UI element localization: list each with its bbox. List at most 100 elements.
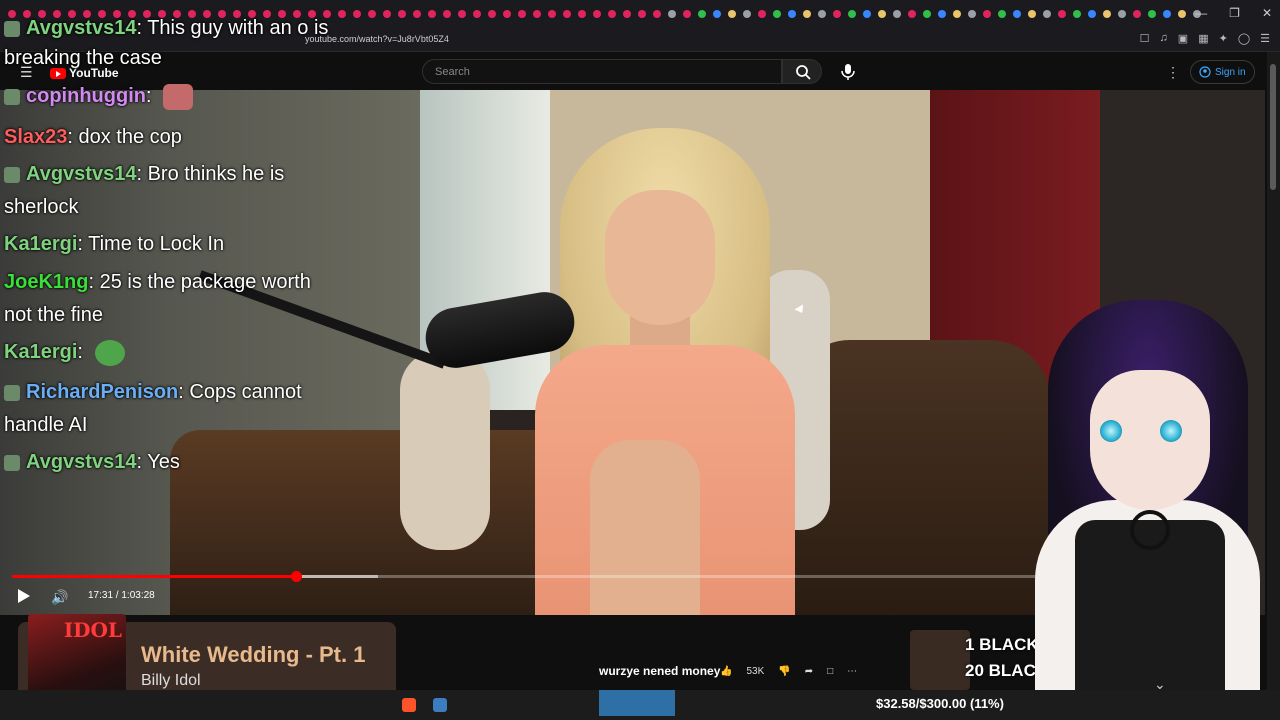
browser-tab-favicon-icon[interactable] [1073, 10, 1081, 18]
chat-text: : Bro thinks he is [136, 163, 285, 185]
browser-tab-favicon-icon[interactable] [983, 10, 991, 18]
chat-badge-icon [4, 166, 20, 183]
browser-tab-favicon-icon[interactable] [1118, 10, 1126, 18]
browser-tab-favicon-icon[interactable] [1028, 10, 1036, 18]
browser-tab-favicon-icon[interactable] [713, 10, 721, 18]
played-bar [12, 575, 297, 578]
browser-tab-favicon-icon[interactable] [773, 10, 781, 18]
browser-tab-favicon-icon[interactable] [473, 10, 481, 18]
browser-tab-favicon-icon[interactable] [488, 10, 496, 18]
search-input[interactable]: Search [422, 59, 782, 84]
browser-tab-favicon-icon[interactable] [1178, 10, 1186, 18]
save-icon[interactable]: □ [827, 666, 833, 677]
chat-message: JoeK1ng: 25 is the package worth [4, 266, 311, 298]
browser-tab-favicon-icon[interactable] [353, 10, 361, 18]
chat-text: not the fine [4, 304, 103, 326]
browser-tab-favicon-icon[interactable] [683, 10, 691, 18]
taskbar-active-app[interactable] [599, 690, 675, 716]
restore-icon[interactable]: ❐ [1229, 6, 1240, 20]
browser-tab-favicon-icon[interactable] [653, 10, 661, 18]
chat-username: Avgvstvs14 [26, 17, 137, 39]
browser-tab-favicon-icon[interactable] [863, 10, 871, 18]
browser-tab-favicon-icon[interactable] [938, 10, 946, 18]
browser-tab-favicon-icon[interactable] [833, 10, 841, 18]
browser-tab-favicon-icon[interactable] [758, 10, 766, 18]
close-icon[interactable]: ✕ [1262, 6, 1272, 20]
browser-tab-favicon-icon[interactable] [503, 10, 511, 18]
browser-tab-favicon-icon[interactable] [788, 10, 796, 18]
browser-tab-favicon-icon[interactable] [998, 10, 1006, 18]
scrollbar-thumb[interactable] [1270, 64, 1276, 190]
video-progress-bar[interactable] [12, 571, 1042, 582]
voice-search-button[interactable] [836, 60, 860, 84]
share-icon[interactable]: ➦ [805, 666, 813, 677]
browser-tab-favicon-icon[interactable] [428, 10, 436, 18]
browser-tab-favicon-icon[interactable] [878, 10, 886, 18]
brave-browser-icon[interactable] [402, 698, 416, 712]
browser-tab-favicon-icon[interactable] [413, 10, 421, 18]
sidebar-icon[interactable]: ▣ [1178, 32, 1188, 45]
browser-tab-favicon-icon[interactable] [548, 10, 556, 18]
chat-text: breaking the case [4, 47, 162, 69]
more-actions-icon[interactable]: ⋯ [847, 666, 857, 677]
chat-text: handle AI [4, 414, 88, 436]
browser-tab-favicon-icon[interactable] [398, 10, 406, 18]
browser-tab-favicon-icon[interactable] [623, 10, 631, 18]
browser-tab-favicon-icon[interactable] [743, 10, 751, 18]
browser-tab-favicon-icon[interactable] [368, 10, 376, 18]
minimize-icon[interactable]: — [1195, 6, 1207, 20]
music-icon[interactable]: ♫ [1160, 32, 1168, 45]
more-options-icon[interactable]: ⋮ [1166, 64, 1180, 81]
browser-tab-favicon-icon[interactable] [1103, 10, 1111, 18]
browser-tab-favicon-icon[interactable] [533, 10, 541, 18]
browser-tab-favicon-icon[interactable] [458, 10, 466, 18]
browser-tab-favicon-icon[interactable] [383, 10, 391, 18]
browser-tab-favicon-icon[interactable] [1043, 10, 1051, 18]
browser-tab-favicon-icon[interactable] [923, 10, 931, 18]
search-button[interactable] [782, 59, 822, 84]
sign-in-button[interactable]: Sign in [1190, 60, 1255, 84]
wallet-icon[interactable]: ▦ [1198, 32, 1208, 45]
browser-tab-favicon-icon[interactable] [818, 10, 826, 18]
browser-tab-favicon-icon[interactable] [563, 10, 571, 18]
chat-username: Ka1ergi [4, 341, 78, 363]
browser-tab-favicon-icon[interactable] [608, 10, 616, 18]
play-icon[interactable] [18, 589, 30, 603]
like-icon[interactable]: 👍 [720, 666, 732, 677]
browser-tab-favicon-icon[interactable] [1013, 10, 1021, 18]
browser-tab-favicon-icon[interactable] [953, 10, 961, 18]
browser-tab-favicon-icon[interactable] [518, 10, 526, 18]
browser-tab-favicon-icon[interactable] [668, 10, 676, 18]
puzzle-icon[interactable]: ✦ [1219, 32, 1228, 45]
recommended-video-thumbnail[interactable] [910, 630, 970, 690]
browser-tab-favicon-icon[interactable] [848, 10, 856, 18]
shield-icon[interactable]: ◯ [1238, 32, 1250, 45]
dislike-icon[interactable]: 👎 [778, 666, 790, 677]
browser-tab-favicon-icon[interactable] [1148, 10, 1156, 18]
chat-text: : This guy with an o is [136, 17, 329, 39]
browser-tab-favicon-icon[interactable] [1133, 10, 1141, 18]
browser-tab-favicon-icon[interactable] [893, 10, 901, 18]
browser-tab-favicon-icon[interactable] [638, 10, 646, 18]
browser-tab-favicon-icon[interactable] [908, 10, 916, 18]
song-artist: Billy Idol [141, 672, 201, 689]
volume-icon[interactable]: 🔊 [51, 589, 68, 606]
browser-tab-favicon-icon[interactable] [443, 10, 451, 18]
chat-text: : 25 is the package worth [88, 271, 311, 293]
browser-tab-favicon-icon[interactable] [728, 10, 736, 18]
browser-tab-favicon-icon[interactable] [1058, 10, 1066, 18]
browser-tab-favicon-icon[interactable] [968, 10, 976, 18]
browser-tab-favicon-icon[interactable] [803, 10, 811, 18]
browser-tab-favicon-icon[interactable] [1163, 10, 1171, 18]
video-actions: 👍 53K 👎 ➦ □ ⋯ [720, 666, 857, 677]
page-scrollbar[interactable] [1267, 52, 1280, 690]
browser-tab-favicon-icon[interactable] [593, 10, 601, 18]
vscode-icon[interactable] [433, 698, 447, 712]
extensions-icon[interactable]: ☐ [1140, 32, 1150, 45]
menu-icon[interactable]: ☰ [1260, 32, 1270, 45]
chat-message: Avgvstvs14: Bro thinks he is [4, 158, 284, 190]
browser-tab-favicon-icon[interactable] [1088, 10, 1096, 18]
browser-tab-favicon-icon[interactable] [578, 10, 586, 18]
browser-tab-favicon-icon[interactable] [698, 10, 706, 18]
browser-tab-favicon-icon[interactable] [338, 10, 346, 18]
